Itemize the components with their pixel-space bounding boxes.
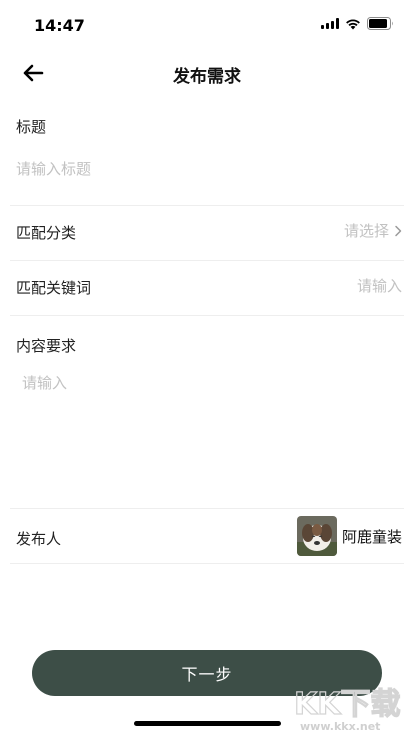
category-selector[interactable]: 请选择 xyxy=(344,220,402,241)
publisher-label: 发布人 xyxy=(16,530,62,548)
title-input[interactable] xyxy=(16,156,396,182)
category-label: 匹配分类 xyxy=(16,224,77,242)
status-icons xyxy=(321,17,394,30)
home-indicator xyxy=(134,721,281,726)
cellular-signal-icon xyxy=(321,18,339,29)
title-label: 标题 xyxy=(16,118,47,136)
page-title: 发布需求 xyxy=(173,67,241,87)
divider xyxy=(10,508,404,509)
nav-bar: 发布需求 xyxy=(0,50,414,96)
status-bar: 14:47 xyxy=(0,0,414,50)
svg-text:www.kkx.net: www.kkx.net xyxy=(300,720,380,733)
content-label: 内容要求 xyxy=(16,337,77,355)
avatar xyxy=(296,516,337,556)
publisher-name: 阿鹿童装 xyxy=(341,527,402,546)
svg-text:KK下载: KK下载 xyxy=(294,687,401,722)
content-textarea[interactable] xyxy=(22,372,402,492)
chevron-right-icon xyxy=(395,225,402,236)
category-row[interactable]: 匹配分类 请选择 xyxy=(0,206,414,260)
publisher-info: 阿鹿童装 xyxy=(296,516,402,556)
keyword-label: 匹配关键词 xyxy=(16,279,92,297)
divider xyxy=(10,315,404,316)
wifi-icon xyxy=(345,18,361,30)
category-value: 请选择 xyxy=(343,222,389,240)
keyword-row: 匹配关键词 请输入 xyxy=(0,261,414,315)
keyword-placeholder: 请输入 xyxy=(356,277,402,295)
watermark-logo: KK下载 www.kkx.net xyxy=(292,680,410,734)
battery-icon xyxy=(367,17,394,30)
keyword-input[interactable]: 请输入 xyxy=(357,275,402,296)
status-time: 14:47 xyxy=(34,16,85,35)
divider xyxy=(10,563,404,564)
